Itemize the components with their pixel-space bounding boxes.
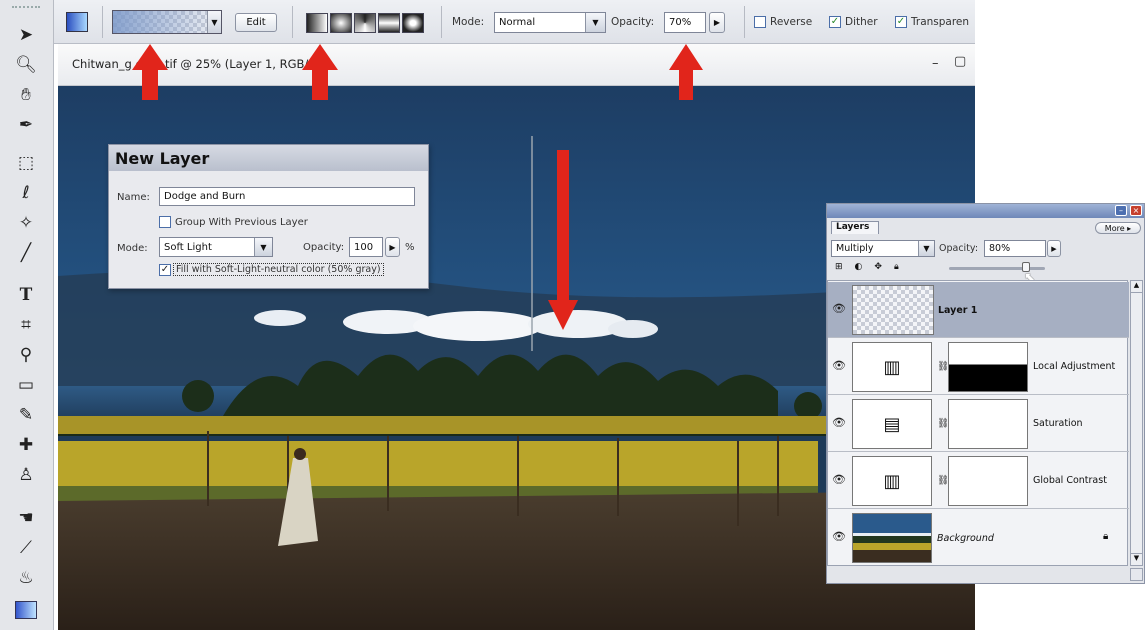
eye-icon[interactable]: 👁︎ (832, 302, 846, 315)
eye-icon[interactable]: 👁︎ (832, 416, 846, 429)
eye-icon[interactable]: 👁︎ (832, 359, 846, 372)
lock-position-icon[interactable]: ✥ (874, 262, 882, 274)
layer-name-input[interactable]: Dodge and Burn (159, 187, 415, 206)
blend-mode-select[interactable]: Soft Light ▼ (159, 237, 273, 257)
layer-row-background[interactable]: 👁︎ Background 🔒︎ (828, 510, 1129, 566)
layer-mask-thumbnail[interactable] (948, 399, 1028, 449)
opacity-slider-button[interactable]: ▶ (385, 237, 400, 257)
tab-layers[interactable]: Layers (831, 221, 879, 234)
chevron-down-icon[interactable]: ▼ (254, 238, 272, 256)
layers-scrollbar[interactable]: ▲ ▼ (1130, 280, 1143, 566)
opacity-slider-button[interactable]: ▶ (1047, 240, 1061, 257)
layer-mask-thumbnail[interactable] (948, 342, 1028, 392)
eye-icon[interactable]: 👁︎ (832, 530, 846, 543)
lock-icon: 🔒︎ (1103, 531, 1109, 542)
layer-blend-value: Multiply (836, 243, 874, 254)
layer-row-local-adjustment[interactable]: 👁︎ ▥ ⛓︎ Local Adjustment (828, 339, 1129, 395)
layers-panel: – × Layers More ▸ Multiply ▼ Opacity: 80… (826, 203, 1145, 584)
eye-icon[interactable]: 👁︎ (832, 473, 846, 486)
arrow-down-icon (548, 150, 578, 330)
layer-list: 👁︎ Layer 1 👁︎ ▥ ⛓︎ Local Adjustment 👁︎ ▤… (827, 280, 1129, 566)
blend-mode-value: Soft Light (164, 241, 212, 253)
lock-icons: ⊞ ◐ ✥ 🔒︎ (835, 262, 925, 274)
layer-thumbnail (852, 285, 934, 335)
layer-name: Background (937, 533, 994, 544)
levels-adjustment-icon: ▥ (852, 342, 932, 392)
fill-neutral-checkbox[interactable]: ✓ (159, 264, 171, 276)
hue-saturation-icon: ▤ (852, 399, 932, 449)
new-layer-dialog: New Layer Name: Dodge and Burn Group Wit… (108, 144, 429, 289)
arrow-up-icon (302, 44, 338, 100)
arrow-up-icon (132, 44, 168, 100)
minimize-icon[interactable]: – (1115, 205, 1127, 216)
layer-mask-thumbnail[interactable] (948, 456, 1028, 506)
fill-neutral-label: Fill with Soft-Light-neutral color (50% … (173, 263, 384, 276)
resize-grip[interactable] (1130, 568, 1143, 581)
mode-label: Mode: (117, 243, 148, 254)
group-checkbox[interactable] (159, 216, 171, 228)
scroll-up-icon[interactable]: ▲ (1131, 281, 1142, 293)
opacity-label: Opacity: (303, 242, 345, 253)
layer-opacity-value: 80% (989, 243, 1011, 254)
layer-name: Global Contrast (1033, 475, 1107, 486)
dialog-title: New Layer (109, 145, 428, 171)
opacity-label: Opacity: (939, 243, 979, 254)
layer-row-layer-1[interactable]: 👁︎ Layer 1 (828, 282, 1129, 338)
group-label: Group With Previous Layer (175, 217, 308, 228)
levels-adjustment-icon: ▥ (852, 456, 932, 506)
layer-name: Local Adjustment (1033, 361, 1116, 372)
more-button[interactable]: More ▸ (1095, 222, 1141, 234)
panel-title-bar: – × (827, 204, 1144, 218)
background-thumbnail (852, 513, 932, 563)
percent-label: % (405, 242, 415, 253)
lock-pixels-icon[interactable]: ◐ (855, 262, 863, 274)
layer-opacity-input[interactable]: 80% (984, 240, 1046, 257)
layer-row-global-contrast[interactable]: 👁︎ ▥ ⛓︎ Global Contrast (828, 453, 1129, 509)
close-icon[interactable]: × (1130, 205, 1142, 216)
opacity-input-value: 100 (354, 241, 374, 253)
layer-name: Saturation (1033, 418, 1083, 429)
arrow-up-icon (669, 44, 703, 100)
lock-all-icon[interactable]: 🔒︎ (894, 262, 899, 274)
scroll-down-icon[interactable]: ▼ (1131, 553, 1142, 565)
chevron-down-icon[interactable]: ▼ (918, 241, 934, 256)
layer-row-saturation[interactable]: 👁︎ ▤ ⛓︎ Saturation (828, 396, 1129, 452)
opacity-input[interactable]: 100 (349, 237, 383, 257)
layer-name-value: Dodge and Burn (164, 191, 246, 202)
layer-name: Layer 1 (938, 305, 978, 316)
lock-transparency-icon[interactable]: ⊞ (835, 262, 843, 274)
layer-blend-select[interactable]: Multiply ▼ (831, 240, 935, 257)
name-label: Name: (117, 192, 150, 203)
